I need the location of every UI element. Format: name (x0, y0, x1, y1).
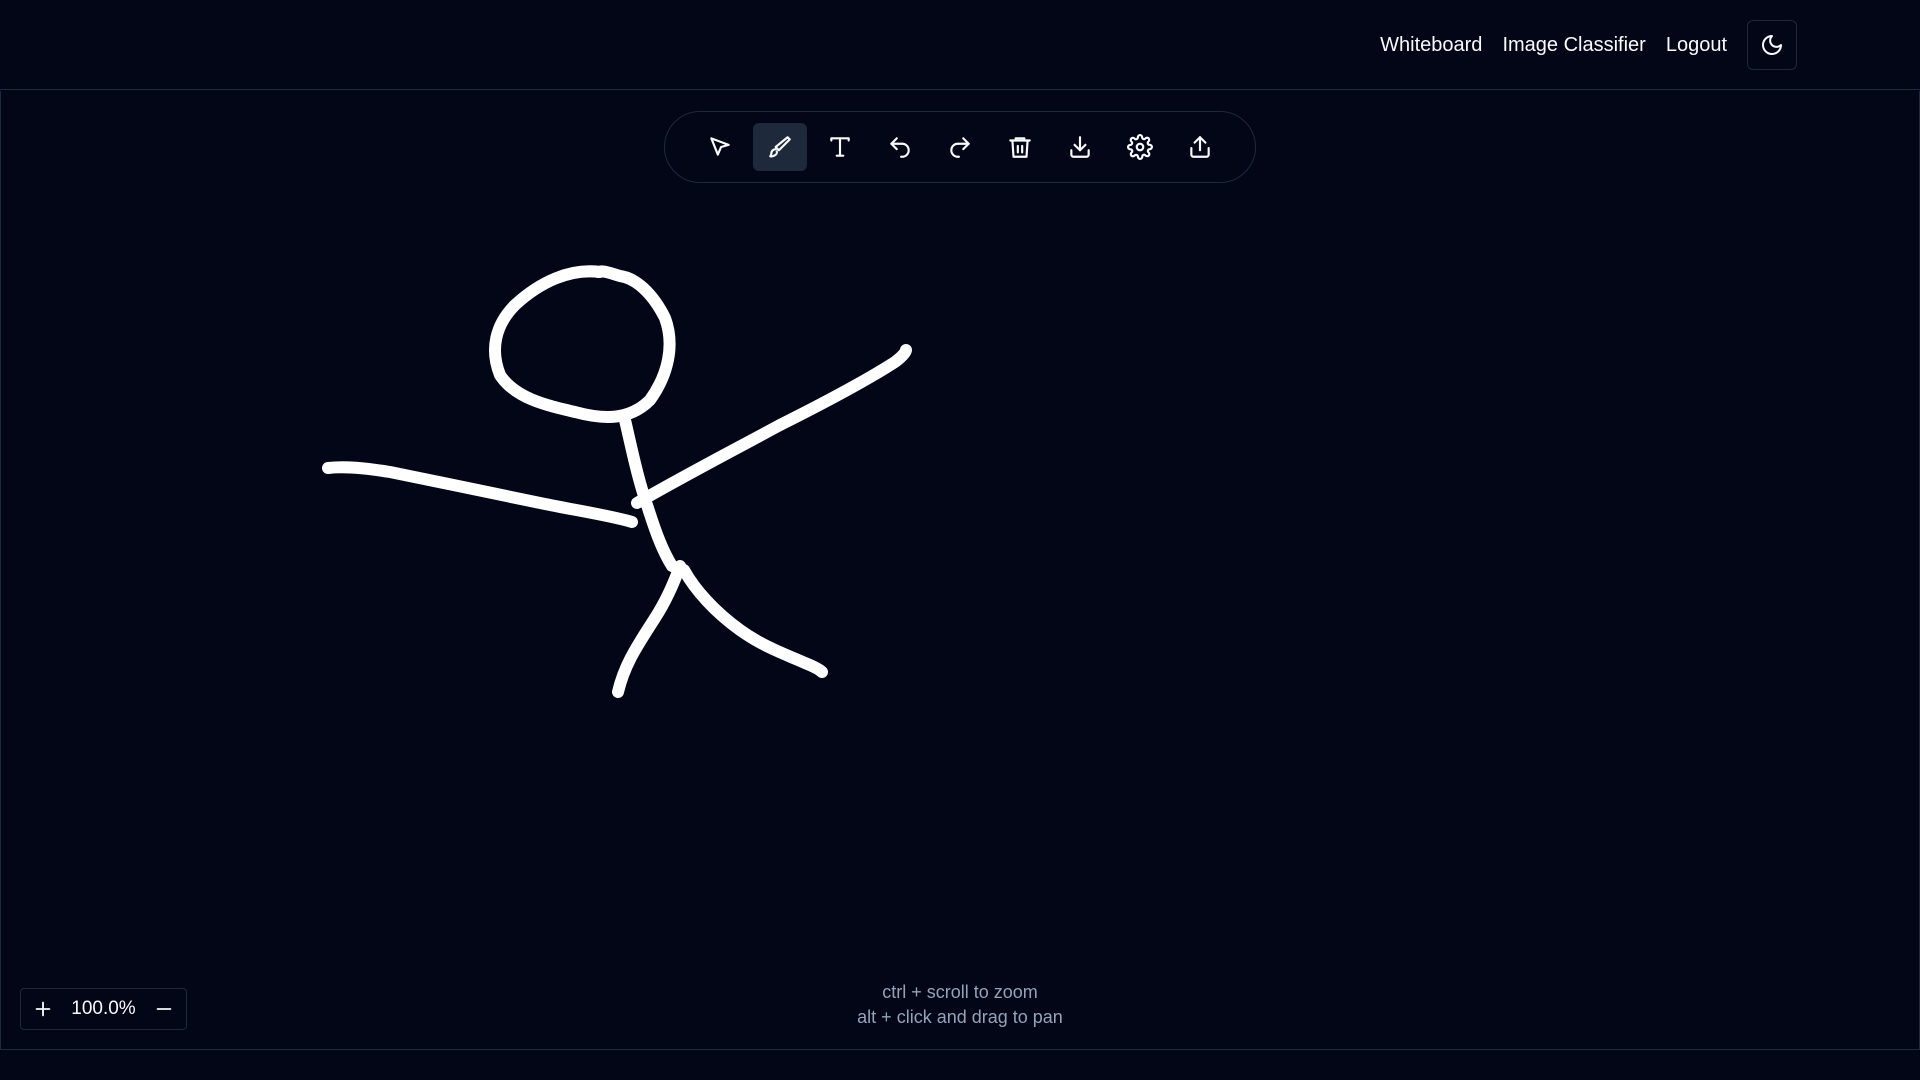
footer-strip (0, 1051, 1920, 1080)
canvas-hints: ctrl + scroll to zoom alt + click and dr… (760, 980, 1160, 1030)
select-tool-button[interactable] (693, 123, 747, 171)
share-icon (1190, 136, 1210, 158)
clear-button[interactable] (993, 123, 1047, 171)
gear-icon (1127, 134, 1153, 160)
brush-tool-button[interactable] (753, 123, 807, 171)
theme-toggle-button[interactable] (1747, 20, 1797, 70)
redo-button[interactable] (933, 123, 987, 171)
text-tool-button[interactable] (813, 123, 867, 171)
brush-icon (769, 136, 791, 158)
plus-icon (35, 1001, 51, 1017)
nav-image-classifier-link[interactable]: Image Classifier (1502, 34, 1645, 57)
zoom-out-button[interactable] (152, 997, 176, 1021)
top-nav: Whiteboard Image Classifier Logout (1380, 20, 1797, 70)
minus-icon (156, 1008, 172, 1010)
download-button[interactable] (1053, 123, 1107, 171)
zoom-hint: ctrl + scroll to zoom (882, 982, 1038, 1002)
redo-icon (950, 137, 970, 158)
drawing-toolbar (664, 111, 1256, 183)
pointer-icon (710, 137, 730, 156)
trash-icon (1009, 137, 1031, 158)
text-icon (830, 137, 850, 157)
whiteboard-canvas[interactable] (0, 91, 1920, 1050)
nav-logout-link[interactable]: Logout (1666, 34, 1727, 57)
nav-whiteboard-link[interactable]: Whiteboard (1380, 34, 1482, 57)
undo-icon (890, 137, 910, 158)
zoom-controls: 100.0% (20, 988, 187, 1030)
undo-button[interactable] (873, 123, 927, 171)
download-icon (1070, 136, 1090, 158)
pan-hint: alt + click and drag to pan (857, 1007, 1063, 1027)
settings-button[interactable] (1113, 123, 1167, 171)
moon-icon (1762, 35, 1782, 55)
zoom-in-button[interactable] (31, 997, 55, 1021)
app-header: Whiteboard Image Classifier Logout (0, 0, 1920, 90)
zoom-level: 100.0% (71, 998, 136, 1019)
share-button[interactable] (1173, 123, 1227, 171)
